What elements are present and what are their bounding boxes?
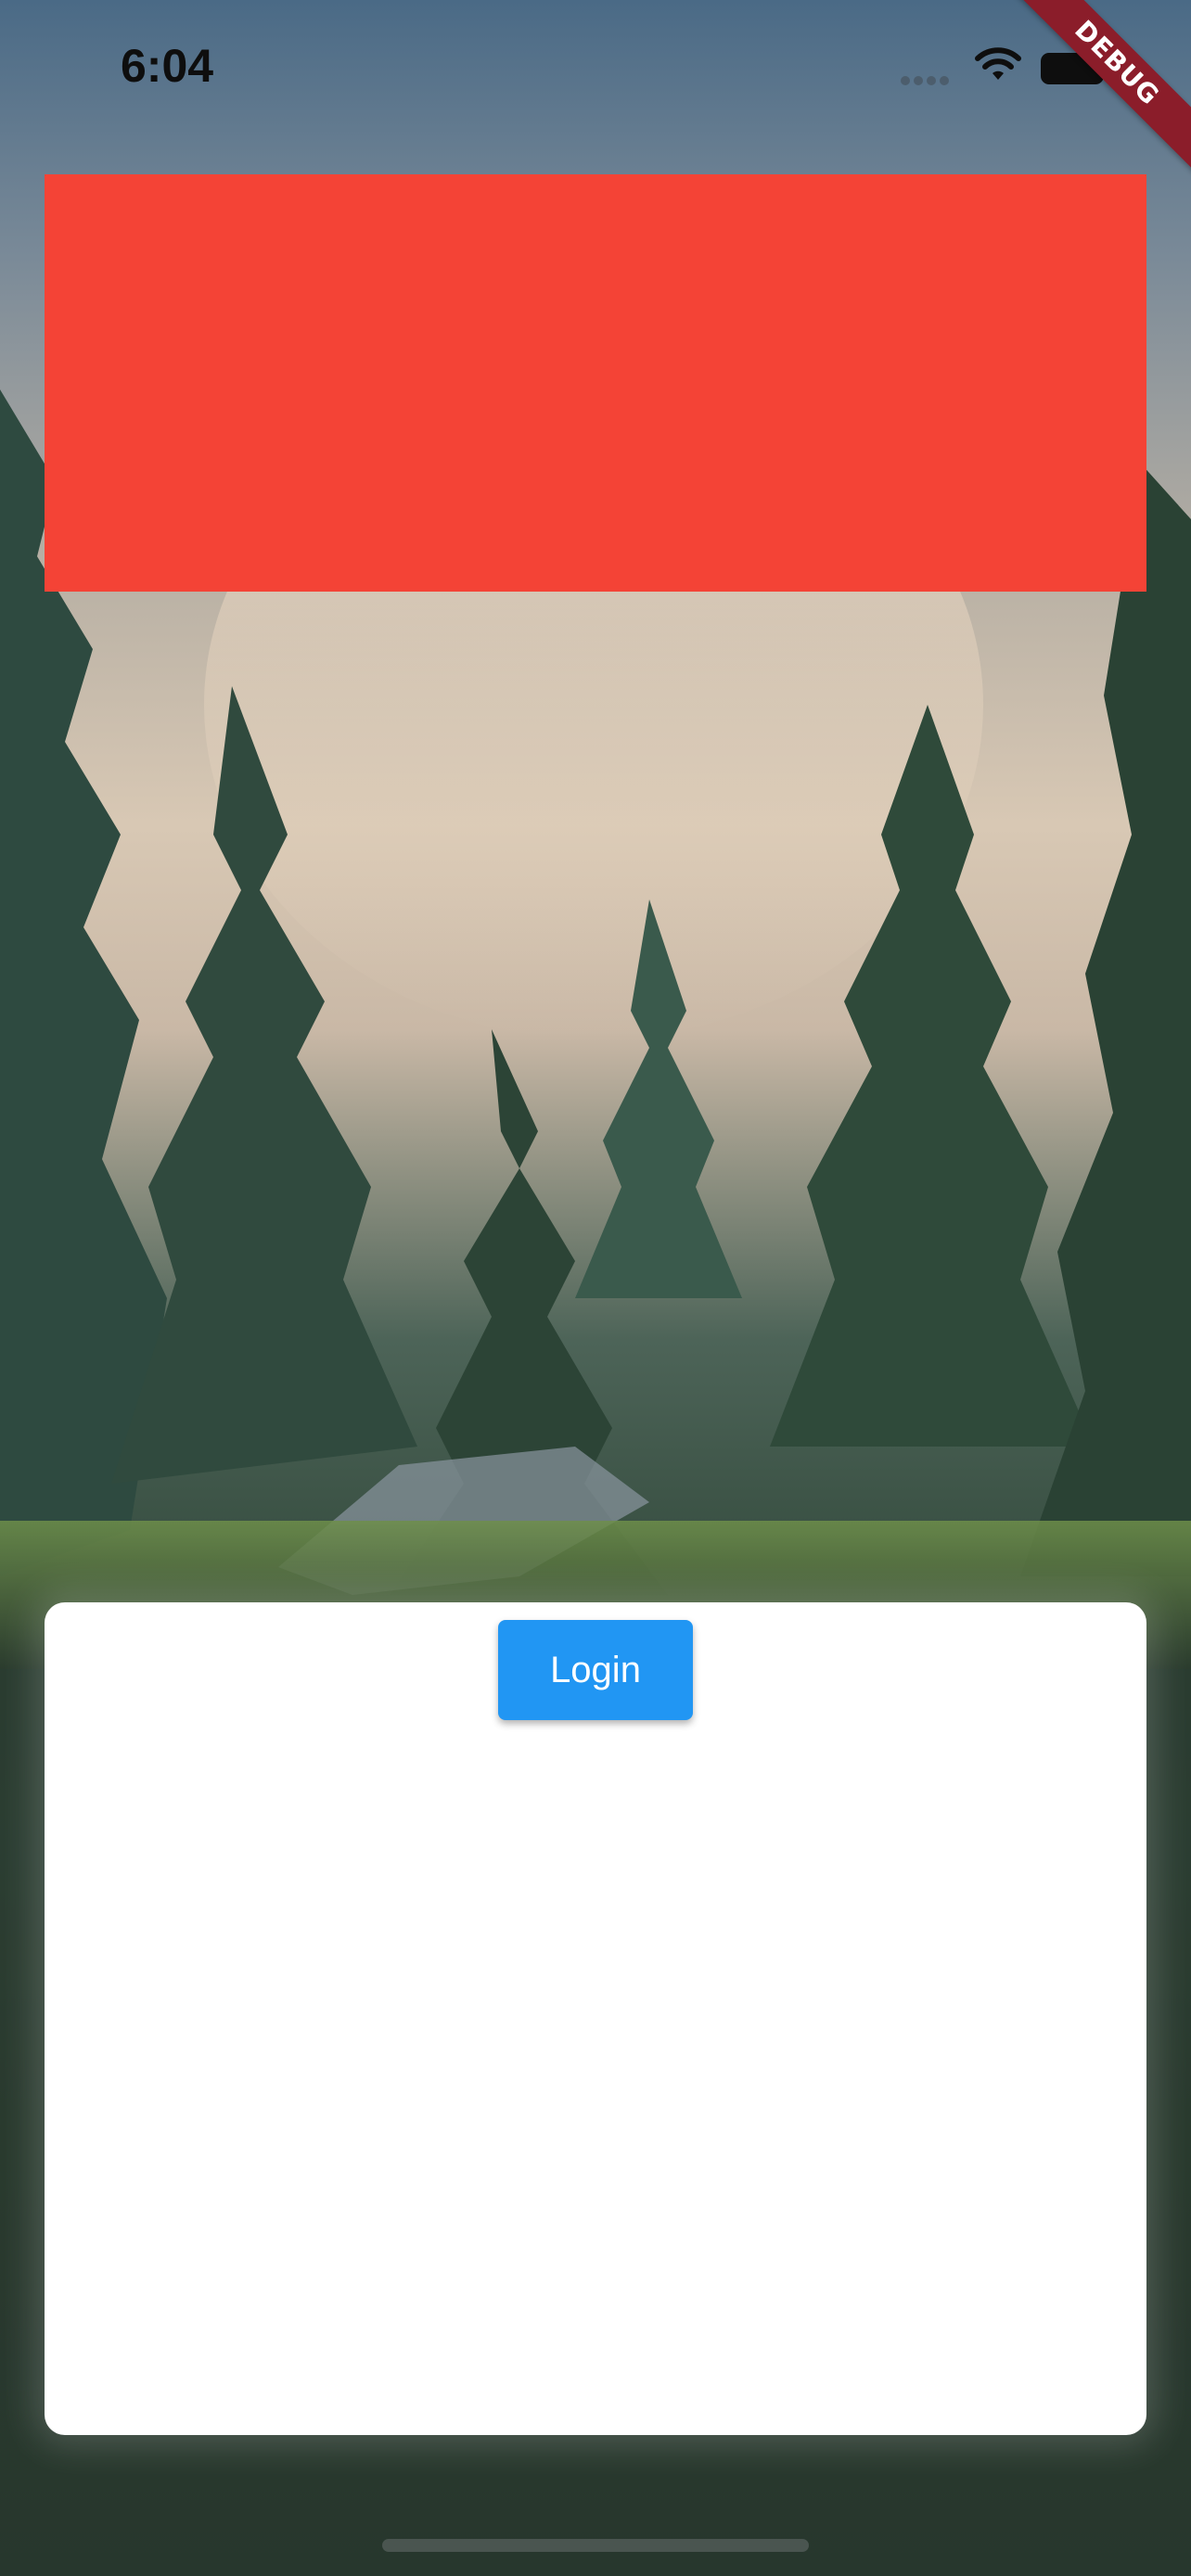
red-banner: [45, 174, 1146, 592]
status-time: 6:04: [121, 40, 214, 92]
app-screen: 6:04 DEBUG Login: [0, 0, 1191, 2576]
wifi-icon: [975, 47, 1021, 80]
login-button[interactable]: Login: [498, 1620, 693, 1720]
login-card: Login: [45, 1602, 1146, 2435]
status-bar: 6:04: [0, 0, 1191, 139]
home-indicator[interactable]: [382, 2539, 809, 2552]
cellular-signal-icon: [901, 76, 949, 85]
